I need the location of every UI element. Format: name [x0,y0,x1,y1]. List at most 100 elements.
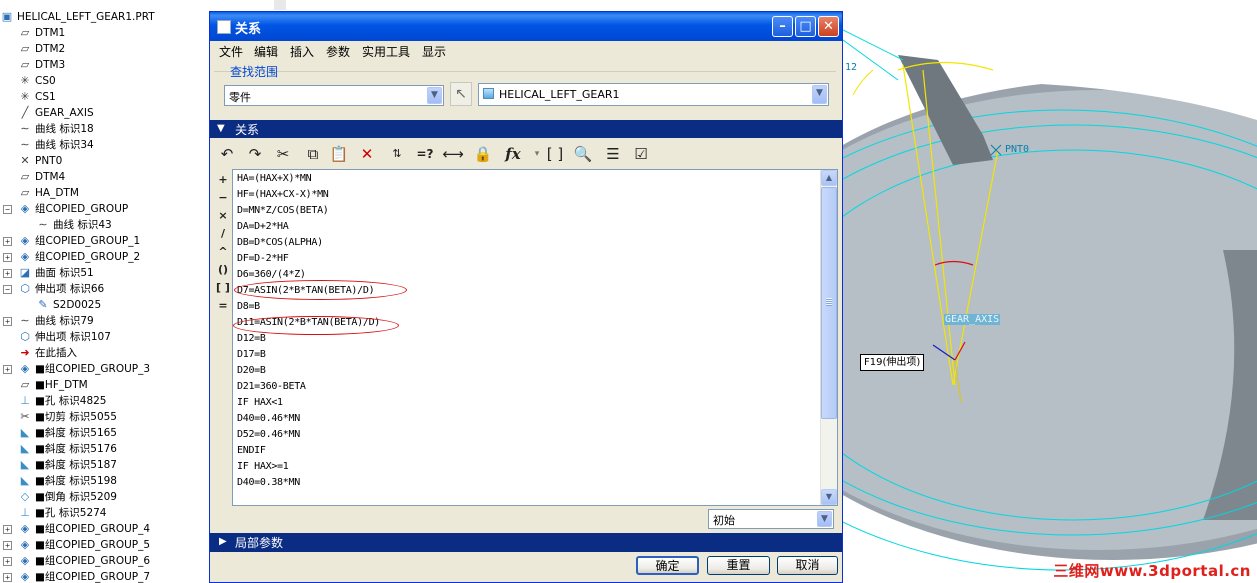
tree-item[interactable]: − ⬡ 伸出项 标识66 [0,281,213,297]
tree-item[interactable]: ✳ CS1 [0,89,213,105]
tree-item[interactable]: + ∼ 曲线 标识79 [0,313,213,329]
tree-item[interactable]: ▣ HELICAL_LEFT_GEAR1.PRT [0,9,213,25]
equals-operator[interactable]: = [214,299,232,312]
tree-item[interactable]: ⊥ ■孔 标识4825 [0,393,213,409]
menu-item[interactable]: 编辑 [254,43,278,60]
menu-item[interactable]: 实用工具 [362,43,410,60]
expand-icon[interactable]: + [3,525,12,534]
dimension-icon[interactable]: ⟷ [442,143,464,165]
menu-item[interactable]: 参数 [326,43,350,60]
sort-relations-icon[interactable]: ⇅ [386,143,408,165]
minus-operator[interactable]: − [214,191,232,204]
expand-icon[interactable]: + [3,269,12,278]
tree-item[interactable]: ⊥ ■孔 标识5274 [0,505,213,521]
scroll-thumb[interactable] [821,187,837,419]
tree-item[interactable]: ⬡ 伸出项 标识107 [0,329,213,345]
tree-item[interactable]: + ◪ 曲面 标识51 [0,265,213,281]
expand-icon[interactable]: + [3,557,12,566]
relations-editor[interactable]: HA=(HAX+X)*MN HF=(HAX+CX-X)*MN D=MN*Z/COS(… [232,169,838,506]
tree-item[interactable]: ▱ DTM3 [0,57,213,73]
delete-icon[interactable]: ✕ [356,143,378,165]
expand-icon[interactable]: + [3,317,12,326]
relations-section-header[interactable]: ▼ 关系 [210,120,842,138]
expand-icon[interactable]: + [3,365,12,374]
brackets-operator[interactable]: [ ] [214,281,232,294]
tree-item[interactable]: ∼ 曲线 标识43 [0,217,213,233]
close-button[interactable]: ✕ [818,16,839,37]
tree-item[interactable]: + ◈ 组COPIED_GROUP_1 [0,233,213,249]
scope-type-select[interactable]: 零件 ▼ [224,85,444,106]
reset-button[interactable]: 重置 [707,556,770,575]
cancel-button[interactable]: 取消 [777,556,838,575]
redo-icon[interactable]: ↷ [244,143,266,165]
expand-icon[interactable]: + [3,253,12,262]
tree-item[interactable]: ◣ ■斜度 标识5176 [0,441,213,457]
tree-item[interactable]: + ◈ 组COPIED_GROUP_2 [0,249,213,265]
chevron-down-icon[interactable]: ▼ [817,511,832,527]
tree-item[interactable]: + ◈ ■组COPIED_GROUP_7 [0,569,213,583]
select-model-button[interactable]: ↖ [450,82,472,106]
collapse-icon[interactable]: − [3,285,12,294]
copy-icon[interactable]: ⧉ [302,143,324,165]
maximize-button[interactable]: □ [795,16,816,37]
tree-item[interactable]: ▱ HA_DTM [0,185,213,201]
scope-model-select[interactable]: HELICAL_LEFT_GEAR1 ▼ [478,83,829,106]
tree-item[interactable]: ╱ GEAR_AXIS [0,105,213,121]
cut-icon[interactable]: ✂ [272,143,294,165]
tree-item[interactable]: ▱ DTM2 [0,41,213,57]
tree-item[interactable]: ◣ ■斜度 标识5165 [0,425,213,441]
verify-icon[interactable]: 🔍 [572,143,594,165]
units-select[interactable]: 初始 ▼ [708,509,834,529]
expand-icon[interactable]: + [3,573,12,582]
tree-item[interactable]: ▱ DTM1 [0,25,213,41]
show-relations-icon[interactable]: ☰ [602,143,624,165]
chevron-down-icon[interactable]: ▼ [427,87,442,104]
editor-scrollbar[interactable]: ▲ ▼ [820,170,837,505]
tree-item[interactable]: ∼ 曲线 标识18 [0,121,213,137]
tree-item[interactable]: + ◈ ■组COPIED_GROUP_3 [0,361,213,377]
paste-icon[interactable]: 📋 [328,143,350,165]
function-icon[interactable]: fx [502,143,524,165]
tree-item[interactable]: ∼ 曲线 标识34 [0,137,213,153]
parentheses-icon[interactable]: [ ] [544,143,566,165]
tree-item[interactable]: ✎ S2D0025 [0,297,213,313]
undo-icon[interactable]: ↶ [216,143,238,165]
chevron-down-icon[interactable]: ▼ [812,85,827,104]
menu-item[interactable]: 文件 [219,43,243,60]
ok-button[interactable]: 确定 [636,556,699,575]
divide-operator[interactable]: / [214,227,232,240]
tree-item[interactable]: ✳ CS0 [0,73,213,89]
collapse-icon[interactable]: − [3,205,12,214]
tree-item[interactable]: + ◈ ■组COPIED_GROUP_6 [0,553,213,569]
evaluate-icon[interactable]: =? [414,143,436,165]
tree-item[interactable]: ▱ DTM4 [0,169,213,185]
tree-item[interactable]: ◇ ■倒角 标识5209 [0,489,213,505]
tree-item[interactable]: ✕ PNT0 [0,153,213,169]
expand-icon[interactable]: + [3,541,12,550]
tree-item[interactable]: ◣ ■斜度 标识5187 [0,457,213,473]
power-operator[interactable]: ^ [214,245,232,258]
graphics-window[interactable]: 12 PNT0 GEAR_AXIS F19(伸出项) 三维网www.3dport… [843,0,1257,583]
tree-item[interactable]: ➜ 在此插入 [0,345,213,361]
dialog-titlebar[interactable]: 关系 – □ ✕ [210,12,842,41]
local-params-header[interactable]: ▶ 局部参数 [210,533,842,552]
expand-icon[interactable]: + [3,237,12,246]
tree-item[interactable]: + ◈ ■组COPIED_GROUP_5 [0,537,213,553]
tree-scrollbar[interactable] [274,0,286,10]
tree-item[interactable]: ▱ ■HF_DTM [0,377,213,393]
parentheses-operator[interactable]: () [214,263,232,276]
tree-item[interactable]: − ◈ 组COPIED_GROUP [0,201,213,217]
scroll-up-icon[interactable]: ▲ [821,170,837,186]
tree-item-label: HELICAL_LEFT_GEAR1.PRT [17,11,155,23]
tree-item[interactable]: ✂ ■切剪 标识5055 [0,409,213,425]
lock-icon[interactable]: 🔒 [472,143,494,165]
menu-item[interactable]: 插入 [290,43,314,60]
menu-item[interactable]: 显示 [422,43,446,60]
multiply-operator[interactable]: × [214,209,232,222]
checkbox-icon[interactable]: ☑ [630,143,652,165]
scroll-down-icon[interactable]: ▼ [821,489,837,505]
minimize-button[interactable]: – [772,16,793,37]
tree-item[interactable]: + ◈ ■组COPIED_GROUP_4 [0,521,213,537]
plus-operator[interactable]: + [214,173,232,186]
tree-item[interactable]: ◣ ■斜度 标识5198 [0,473,213,489]
